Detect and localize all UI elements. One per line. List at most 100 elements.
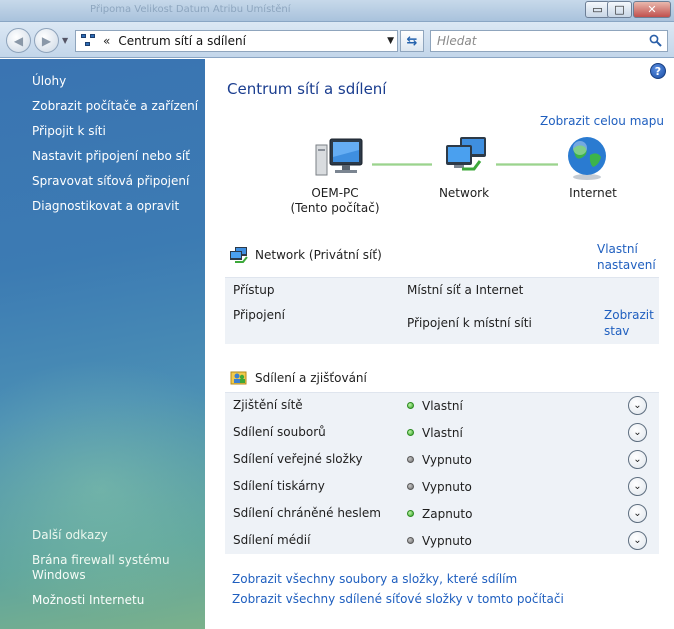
network-section-header: Network (Privátní síť)	[229, 246, 382, 264]
network-small-icon	[230, 247, 248, 263]
maximize-icon: □	[614, 3, 625, 16]
sharing-row-status: Vypnuto	[422, 480, 472, 494]
status-off-icon	[407, 456, 414, 463]
computer-label: OEM-PC (Tento počítač)	[285, 186, 385, 216]
sharing-row-value: Vlastní	[407, 399, 463, 413]
expand-button[interactable]: ⌄	[628, 504, 647, 523]
sharing-row-label: Sdílení médií	[233, 533, 311, 547]
network-internet-link	[496, 163, 558, 166]
sharing-row-label: Sdílení tiskárny	[233, 479, 325, 493]
expand-button[interactable]: ⌄	[628, 450, 647, 469]
task-manage-connections[interactable]: Spravovat síťová připojení	[32, 174, 189, 189]
sharing-panel	[225, 392, 659, 554]
sharing-row-status: Vlastní	[422, 426, 463, 440]
expand-button[interactable]: ⌄	[628, 396, 647, 415]
breadcrumb-current[interactable]: Centrum sítí a sdílení	[118, 34, 246, 48]
more-links-heading: Další odkazy	[32, 528, 108, 542]
access-value: Místní síť a Internet	[407, 283, 524, 297]
sharing-row-value: Vypnuto	[407, 534, 472, 548]
chevron-down-icon: ⌄	[633, 427, 642, 438]
task-view-computers[interactable]: Zobrazit počítače a zařízení	[32, 99, 198, 114]
view-full-map-link[interactable]: Zobrazit celou mapu	[540, 114, 664, 128]
sharing-section-header: Sdílení a zjišťování	[229, 369, 367, 387]
customize-link[interactable]: Vlastní nastavení	[597, 241, 656, 273]
status-on-icon	[407, 510, 414, 517]
network-label: Network	[438, 186, 490, 200]
link-internet-options[interactable]: Možnosti Internetu	[32, 593, 144, 608]
sharing-icon	[230, 371, 247, 385]
chevron-down-icon: ⌄	[633, 508, 642, 519]
chevron-down-icon: ⌄	[633, 454, 642, 465]
search-icon[interactable]	[649, 34, 662, 47]
computer-sublabel: (Tento počítač)	[290, 201, 380, 215]
view-status-line2: stav	[604, 324, 630, 338]
expand-button[interactable]: ⌄	[628, 477, 647, 496]
search-placeholder: Hledat	[437, 34, 477, 48]
search-input[interactable]: Hledat	[430, 30, 668, 52]
sharing-row-status: Vypnuto	[422, 534, 472, 548]
navigation-bar: ◀ ▶ ▼ « Centrum sítí a sdílení ▼ ⇆ Hleda…	[0, 22, 674, 58]
sharing-title: Sdílení a zjišťování	[255, 371, 367, 385]
task-diagnose-repair[interactable]: Diagnostikovat a opravit	[32, 199, 179, 214]
status-on-icon	[407, 402, 414, 409]
status-on-icon	[407, 429, 414, 436]
expand-button[interactable]: ⌄	[628, 531, 647, 550]
help-icon: ?	[654, 64, 662, 78]
network-icon[interactable]	[442, 135, 492, 175]
access-label: Přístup	[233, 283, 275, 297]
sharing-row-value: Vypnuto	[407, 480, 472, 494]
close-icon: ✕	[647, 3, 657, 16]
help-button[interactable]: ?	[650, 63, 666, 79]
sharing-row-status: Zapnuto	[422, 507, 473, 521]
pc-network-link	[372, 163, 432, 166]
sharing-row-status: Vypnuto	[422, 453, 472, 467]
task-setup-connection[interactable]: Nastavit připojení nebo síť	[32, 149, 190, 164]
connection-value: Připojení k místní síti	[407, 316, 532, 330]
network-center-icon	[81, 34, 97, 48]
main-content: ? Centrum sítí a sdílení Zobrazit celou …	[206, 59, 674, 629]
computer-name: OEM-PC	[311, 186, 359, 200]
view-status-link[interactable]: Zobrazit stav	[604, 307, 654, 339]
sharing-row-status: Vlastní	[422, 399, 463, 413]
customize-link-line1: Vlastní	[597, 242, 638, 256]
maximize-button[interactable]: □	[607, 1, 632, 18]
task-connect-network[interactable]: Připojit k síti	[32, 124, 106, 139]
sharing-row-label: Sdílení veřejné složky	[233, 452, 363, 466]
sharing-row-label: Sdílení chráněné heslem	[233, 506, 381, 520]
network-name: Network (Privátní síť)	[255, 248, 382, 262]
show-shared-files-link[interactable]: Zobrazit všechny soubory a složky, které…	[232, 572, 517, 586]
address-dropdown-icon[interactable]: ▼	[387, 36, 394, 46]
status-off-icon	[407, 537, 414, 544]
forward-button[interactable]: ▶	[34, 28, 59, 53]
internet-label: Internet	[569, 186, 617, 200]
link-windows-firewall[interactable]: Brána firewall systému Windows	[32, 553, 182, 583]
sharing-row-label: Zjištění sítě	[233, 398, 303, 412]
back-button[interactable]: ◀	[6, 28, 31, 53]
chevron-down-icon: ⌄	[633, 535, 642, 546]
close-button[interactable]: ✕	[633, 1, 671, 18]
tasks-heading: Úlohy	[32, 74, 67, 88]
show-shared-folders-link[interactable]: Zobrazit všechny sdílené síťové složky v…	[232, 592, 564, 606]
forward-arrow-icon: ▶	[41, 33, 52, 48]
minimize-icon: ▭	[592, 3, 603, 16]
sharing-row-value: Zapnuto	[407, 507, 472, 521]
chevron-down-icon: ⌄	[633, 400, 642, 411]
sharing-row-label: Sdílení souborů	[233, 425, 326, 439]
refresh-icon: ⇆	[406, 33, 418, 49]
title-bar: Připoma Velikost Datum Atribu Umístění ▭…	[0, 0, 674, 22]
breadcrumb-chevron[interactable]: «	[103, 34, 110, 48]
globe-icon[interactable]	[563, 135, 611, 181]
customize-link-line2: nastavení	[597, 258, 656, 272]
back-arrow-icon: ◀	[13, 33, 24, 48]
sharing-row-value: Vlastní	[407, 426, 463, 440]
expand-button[interactable]: ⌄	[628, 423, 647, 442]
recent-pages-dropdown[interactable]: ▼	[62, 36, 68, 45]
page-title: Centrum sítí a sdílení	[227, 80, 387, 98]
task-pane: Úlohy Zobrazit počítače a zařízení Připo…	[0, 59, 205, 629]
view-status-line1: Zobrazit	[604, 308, 654, 322]
refresh-button[interactable]: ⇆	[400, 30, 424, 52]
status-off-icon	[407, 483, 414, 490]
computer-icon[interactable]	[314, 135, 364, 181]
address-bar[interactable]: « Centrum sítí a sdílení ▼	[75, 30, 398, 52]
sharing-row-value: Vypnuto	[407, 453, 472, 467]
